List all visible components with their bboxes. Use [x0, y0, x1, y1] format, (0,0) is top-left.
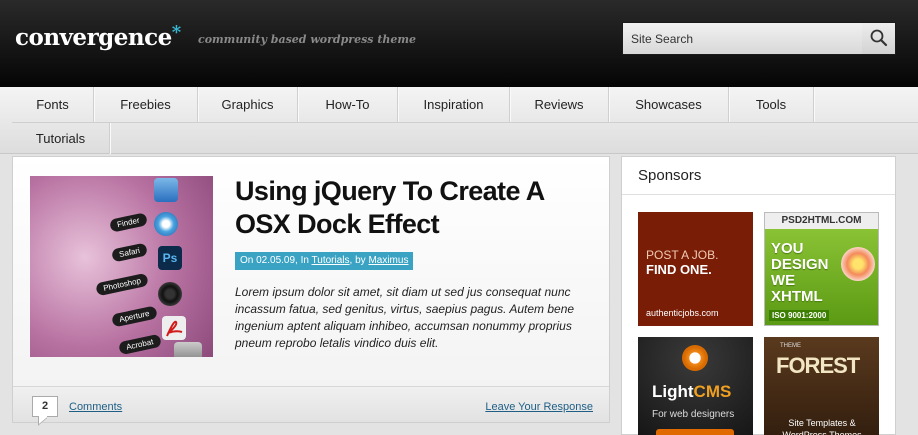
dock-label-acrobat: Acrobat [118, 333, 162, 356]
ad-brand-accent: CMS [693, 382, 732, 401]
ad-line: POST A JOB. [646, 248, 719, 262]
post-excerpt: Lorem ipsum dolor sit amet, sit diam ut … [235, 285, 575, 350]
nav-row-secondary: Tutorials [12, 122, 918, 154]
ad-brand-main: Light [652, 382, 694, 401]
sponsor-ad-themeforest[interactable]: THEME FOREST Site Templates & WordPress … [764, 337, 879, 435]
sponsors-title: Sponsors [622, 157, 895, 195]
dock-label-safari: Safari [111, 242, 148, 263]
aperture-icon [158, 282, 182, 306]
ad-cta-bar [656, 429, 734, 435]
nav-item-reviews[interactable]: Reviews [510, 87, 609, 122]
ad-line: FIND ONE. [646, 262, 712, 277]
ad-brand: FOREST [776, 353, 860, 378]
photoshop-icon: Ps [158, 246, 182, 270]
logo-text: convergence [15, 24, 172, 51]
site-header: convergence* community based wordpress t… [0, 0, 918, 87]
nav-item-tutorials[interactable]: Tutorials [12, 123, 110, 154]
leave-response-link[interactable]: Leave Your Response [485, 401, 593, 413]
sun-logo-icon [682, 345, 708, 371]
nav-item-freebies[interactable]: Freebies [94, 87, 198, 122]
acrobat-symbol-icon [166, 320, 183, 337]
ad-brand: LightCMS [652, 382, 731, 402]
post-title[interactable]: Using jQuery To Create A OSX Dock Effect [235, 175, 605, 241]
ad-subtitle: For web designers [652, 409, 735, 420]
sponsor-ad-psd2html[interactable]: PSD2HTML.COM YOU DESIGN WE XHTML ISO 900… [764, 212, 879, 326]
ad-subtitle: Site Templates & WordPress Themes [782, 418, 862, 435]
site-logo[interactable]: convergence* [15, 22, 181, 51]
search-box [622, 22, 896, 55]
flower-icon [841, 247, 875, 281]
nav-item-fonts[interactable]: Fonts [12, 87, 94, 122]
search-input[interactable] [623, 23, 863, 54]
safari-icon [154, 212, 178, 236]
nav-item-inspiration[interactable]: Inspiration [398, 87, 510, 122]
ad-badge: ISO 9001:2000 [769, 310, 830, 321]
search-button[interactable] [862, 23, 895, 54]
post-body: Finder Safari Photoshop Aperture Acrobat… [13, 157, 609, 386]
nav-row-primary: Fonts Freebies Graphics How-To Inspirati… [12, 87, 814, 122]
meta-author-link[interactable]: Maximus [368, 255, 408, 266]
nav-item-graphics[interactable]: Graphics [198, 87, 298, 122]
dock-label-aperture: Aperture [111, 305, 158, 328]
site-tagline: community based wordpress theme [198, 33, 417, 46]
sponsor-ad-authenticjobs[interactable]: POST A JOB. FIND ONE. authenticjobs.com [638, 212, 753, 326]
dock-label-photoshop: Photoshop [95, 272, 150, 297]
comments-link[interactable]: Comments [69, 401, 122, 413]
finder-icon [154, 178, 178, 202]
meta-category-link[interactable]: Tutorials [312, 255, 350, 266]
nav-item-how-to[interactable]: How-To [298, 87, 398, 122]
dock-label-finder: Finder [109, 212, 148, 233]
ad-footer: authenticjobs.com [646, 308, 719, 318]
ad-small-label: THEME [780, 343, 801, 349]
search-icon [870, 29, 888, 47]
post-meta: On 02.05.09, In Tutorials, by Maximus [235, 252, 414, 270]
meta-date: On 02.05.09, In [240, 255, 312, 266]
post-card: Finder Safari Photoshop Aperture Acrobat… [12, 156, 610, 423]
ad-header: PSD2HTML.COM [765, 213, 878, 229]
post-thumbnail[interactable]: Finder Safari Photoshop Aperture Acrobat… [30, 176, 213, 357]
main-nav: Fonts Freebies Graphics How-To Inspirati… [0, 87, 918, 154]
sponsors-panel: Sponsors POST A JOB. FIND ONE. authentic… [621, 156, 896, 435]
sponsor-ad-lightcms[interactable]: LightCMS For web designers [638, 337, 753, 435]
ad-headline: YOU DESIGN WE XHTML [771, 240, 829, 305]
post-footer: 2 Comments Leave Your Response [13, 386, 609, 422]
trash-icon [174, 342, 202, 357]
comment-count-badge[interactable]: 2 [32, 396, 58, 417]
nav-item-tools[interactable]: Tools [729, 87, 814, 122]
meta-by: , by [349, 255, 369, 266]
logo-star-icon: * [171, 22, 181, 43]
nav-item-showcases[interactable]: Showcases [609, 87, 729, 122]
acrobat-icon [162, 316, 186, 340]
